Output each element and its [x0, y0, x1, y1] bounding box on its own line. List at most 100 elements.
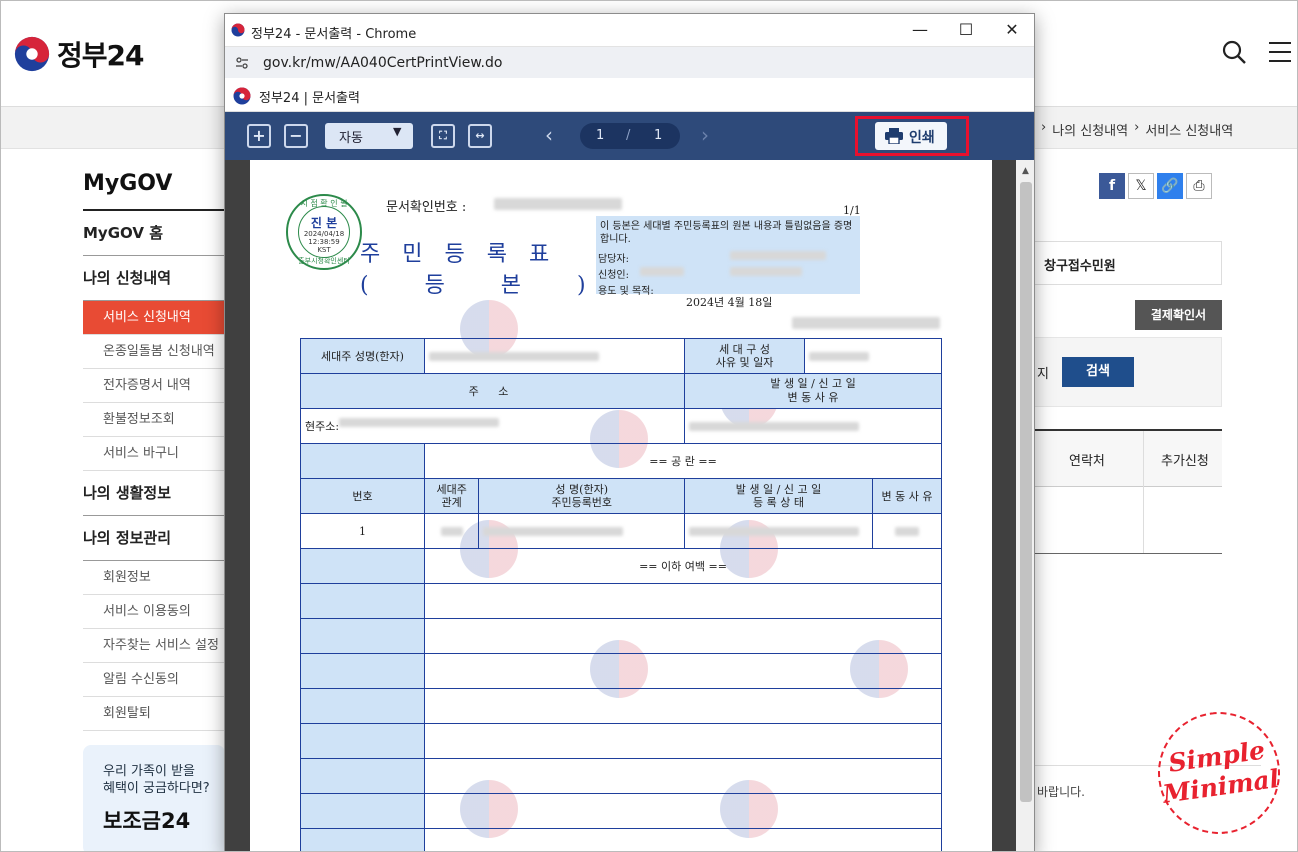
column-name: 성 명(한자) 주민등록번호 [478, 478, 686, 514]
current-address-cell: 현주소: [299, 408, 686, 444]
close-icon[interactable]: ✕ [1002, 20, 1022, 40]
print-button[interactable]: 인쇄 [875, 122, 947, 150]
scrollbar-thumb[interactable] [1020, 182, 1032, 802]
print-popup-window: 정부24 - 문서출력 - Chrome — ☐ ✕ gov.kr/mw/AA0… [224, 13, 1035, 851]
breadcrumb-item[interactable]: 나의 신청내역 [1052, 120, 1128, 139]
sidebar-item-favorites[interactable]: 자주찾는 서비스 설정 [83, 629, 225, 663]
page-indicator[interactable]: 1 / 1 [580, 123, 680, 149]
seal-date: 2024/04/18 12:38:59 KST [288, 230, 360, 254]
certification-text: 이 등본은 세대별 주민등록표의 원본 내용과 틀림없음을 증명합니다. [600, 221, 853, 245]
sidebar-item-info-management[interactable]: 나의 정보관리 [83, 516, 225, 561]
zoom-out-icon[interactable]: − [284, 124, 308, 148]
side-column [300, 723, 425, 759]
row-date [684, 513, 873, 549]
sidebar-item-basket[interactable]: 서비스 바구니 [83, 437, 225, 471]
logo-text: 정부24 [57, 39, 144, 72]
breadcrumb-item[interactable]: 서비스 신청내역 [1145, 120, 1233, 139]
maximize-icon[interactable]: ☐ [956, 20, 976, 40]
side-column [300, 653, 425, 689]
document-number-label: 문서확인번호 : [386, 200, 467, 215]
next-page-icon[interactable]: › [701, 125, 709, 145]
purpose-label: 용도 및 목적: [598, 286, 654, 297]
redacted-text [809, 351, 870, 361]
site-settings-icon[interactable] [235, 56, 249, 70]
sidebar-item-life-info[interactable]: 나의 생활정보 [83, 471, 225, 516]
current-address-date [684, 408, 942, 444]
applicant-label: 신청인: [598, 270, 629, 281]
site-logo[interactable]: 정부24 [13, 34, 144, 74]
current-address-label: 현주소: [305, 420, 340, 433]
redacted-text [640, 267, 684, 276]
household-reason-value [804, 338, 942, 374]
chevron-right-icon: › [1134, 120, 1140, 135]
zoom-in-icon[interactable]: + [247, 124, 271, 148]
subsidy-promo-banner[interactable]: 우리 가족이 받을 혜택이 궁금하다면? 보조금24 [83, 745, 225, 851]
sidebar-item-member-info[interactable]: 회원정보 [83, 561, 225, 595]
table-row [1031, 487, 1222, 554]
seal-bottom-text: 출부시청확인센터 [298, 257, 350, 265]
column-date-line: 등 록 상 태 [753, 496, 804, 509]
sidebar-title: MyGOV [83, 171, 173, 196]
window-title: 정부24 - 문서출력 - Chrome [251, 27, 417, 42]
sidebar-item-notifications[interactable]: 알림 수신동의 [83, 663, 225, 697]
x-twitter-icon[interactable]: 𝕏 [1128, 173, 1154, 199]
column-name-line: 성 명(한자) [555, 483, 608, 496]
redacted-text [483, 526, 624, 536]
row-name [478, 513, 686, 549]
fit-width-icon[interactable]: ↔ [468, 124, 492, 148]
redacted-text [494, 198, 622, 210]
sidebar-item-care[interactable]: 온종일돌봄 신청내역 [83, 335, 225, 369]
seal-date-line: 2024/04/18 [303, 230, 345, 238]
facebook-icon[interactable]: f [1099, 173, 1125, 199]
link-icon[interactable]: 🔗 [1157, 173, 1183, 199]
date-header: 발 생 일 / 신 고 일 [770, 377, 856, 390]
search-icon[interactable] [1221, 39, 1247, 65]
side-column [300, 443, 425, 479]
empty-row [424, 688, 942, 724]
sidebar-item-service-applications[interactable]: 서비스 신청내역 [83, 301, 225, 335]
document-viewer: 시 점 확 인 필 진 본 2024/04/18 12:38:59 KST 출부… [225, 160, 1034, 851]
sidebar-item-my-applications[interactable]: 나의 신청내역 [83, 256, 225, 301]
column-date: 발 생 일 / 신 고 일 등 록 상 태 [684, 478, 873, 514]
side-column [300, 828, 425, 851]
print-icon[interactable]: ⎙ [1186, 173, 1212, 199]
row-number: 1 [300, 513, 425, 549]
search-button[interactable]: 검색 [1062, 357, 1134, 387]
filter-label: 지 [1037, 367, 1049, 382]
window-titlebar[interactable]: 정부24 - 문서출력 - Chrome — ☐ ✕ [225, 14, 1034, 46]
promo-line: 우리 가족이 받을 [103, 764, 195, 779]
fit-page-icon[interactable]: ⛶ [431, 124, 455, 148]
minimize-icon[interactable]: — [910, 20, 930, 40]
document-subtitle: ( 등 본 ) [360, 273, 600, 298]
sidebar-item-refund[interactable]: 환불정보조회 [83, 403, 225, 437]
sidebar-item-e-certificates[interactable]: 전자증명서 내역 [83, 369, 225, 403]
print-label: 인쇄 [909, 130, 935, 146]
promo-line: 혜택이 궁금하다면? [103, 781, 210, 796]
brand-page: 문서출력 [312, 91, 360, 106]
column-header-additional: 추가신청 [1161, 454, 1209, 469]
chevron-down-icon: ▼ [393, 125, 402, 138]
counter-application-panel[interactable]: 창구접수민원 [1031, 241, 1222, 285]
sidebar-item-mygov-home[interactable]: MyGOV 홈 [83, 211, 225, 256]
current-page[interactable]: 1 [596, 128, 604, 143]
seal-top-text: 시 점 확 인 필 [300, 199, 348, 208]
payment-receipt-button[interactable]: 결제확인서 [1135, 300, 1222, 330]
column-header-contact: 연락처 [1069, 454, 1105, 469]
vertical-scrollbar[interactable]: ▲ [1016, 160, 1034, 851]
sidebar-item-withdraw[interactable]: 회원탈퇴 [83, 697, 225, 731]
redacted-text [689, 526, 860, 536]
hamburger-menu-icon[interactable] [1269, 42, 1291, 62]
redacted-text [429, 351, 599, 361]
sidebar-item-consent[interactable]: 서비스 이용동의 [83, 595, 225, 629]
gov-emblem-icon [14, 36, 50, 72]
side-column [300, 583, 425, 619]
redacted-text [730, 251, 826, 260]
side-column [300, 618, 425, 654]
previous-page-icon[interactable]: ‹ [545, 125, 553, 145]
brand-name: 정부24 [259, 91, 300, 106]
scroll-up-icon[interactable]: ▲ [1022, 166, 1029, 176]
household-reason-label: 세 대 구 성 사유 및 일자 [684, 338, 806, 374]
share-buttons: f 𝕏 🔗 ⎙ [1099, 173, 1212, 199]
address-bar[interactable]: gov.kr/mw/AA040CertPrintView.do [225, 46, 1034, 78]
url-text[interactable]: gov.kr/mw/AA040CertPrintView.do [263, 55, 502, 71]
